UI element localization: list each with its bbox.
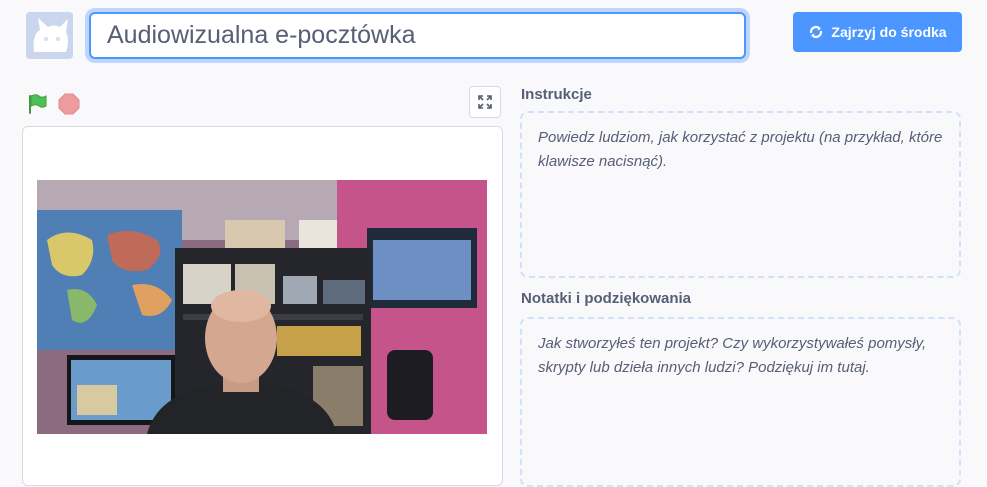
green-flag-icon [29, 94, 47, 114]
stop-sign-icon [58, 93, 80, 115]
fullscreen-icon [478, 95, 492, 109]
instructions-placeholder: Powiedz ludziom, jak korzystać z projekt… [538, 129, 943, 170]
stop-button[interactable] [58, 93, 80, 115]
webcam-image [37, 180, 487, 434]
project-stage[interactable] [22, 126, 503, 486]
instructions-label: Instrukcje [521, 86, 592, 103]
notes-credits-placeholder: Jak stworzyłeś ten projekt? Czy wykorzys… [538, 335, 927, 376]
see-inside-button[interactable]: Zajrzyj do środka [793, 12, 962, 52]
webcam-video-frame [37, 180, 487, 434]
instructions-textarea[interactable]: Powiedz ludziom, jak korzystać z projekt… [520, 111, 961, 278]
project-title-input[interactable] [89, 12, 746, 59]
see-inside-label: Zajrzyj do środka [831, 24, 947, 40]
remix-arrows-icon [810, 26, 823, 38]
notes-credits-label: Notatki i podziękowania [521, 290, 692, 307]
project-thumbnail [26, 12, 73, 59]
fullscreen-button[interactable] [469, 86, 501, 118]
notes-credits-textarea[interactable]: Jak stworzyłeś ten projekt? Czy wykorzys… [520, 317, 961, 487]
green-flag-button[interactable] [26, 93, 48, 115]
scratch-cat-icon [26, 12, 73, 59]
